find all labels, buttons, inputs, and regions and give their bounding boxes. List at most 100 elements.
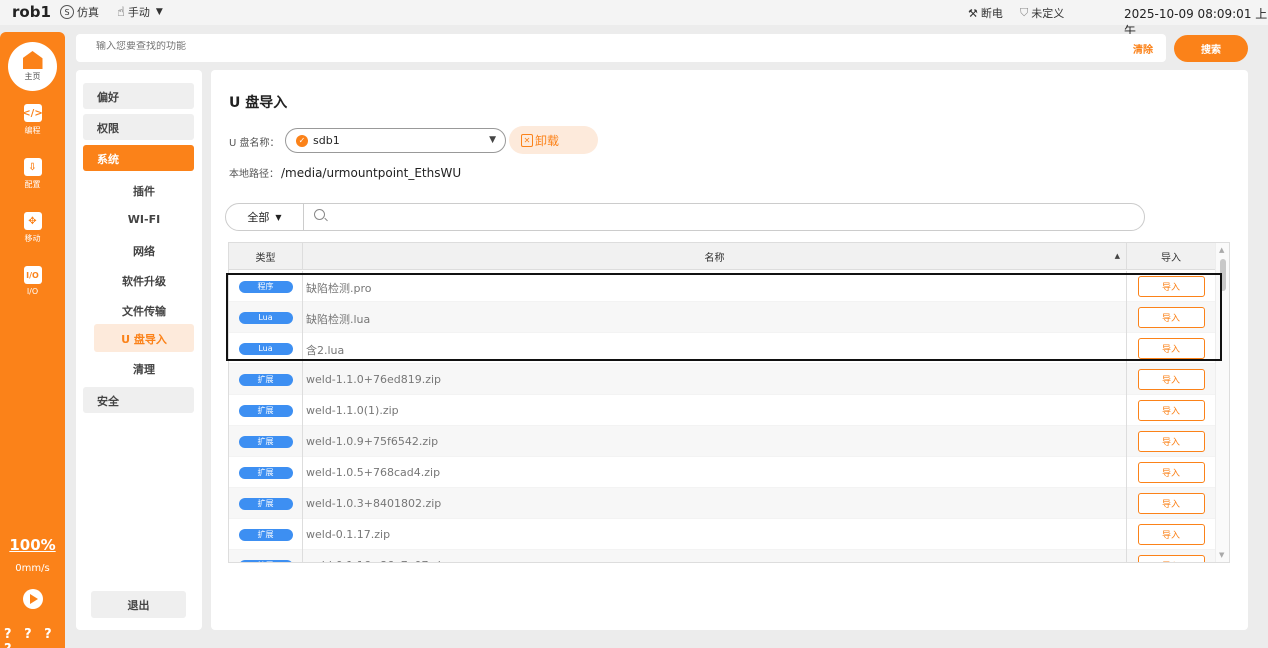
column-header-import: 导入	[1161, 253, 1181, 264]
table-row: 扩展 weld-1.1.0(1).zip 导入	[229, 395, 1215, 426]
speed-percentage[interactable]: 100%	[0, 536, 65, 554]
home-button[interactable]: 主页	[8, 42, 57, 91]
status-indicators: ? ? ? ?	[4, 627, 56, 648]
table-row: 程序 缺陷检测.pro 导入	[229, 271, 1215, 302]
file-type-badge: Lua	[238, 342, 293, 355]
scroll-down-icon[interactable]: ▼	[1219, 551, 1224, 559]
table-header: 类型 名称 ▲ 导入	[229, 243, 1215, 270]
menu-cleanup[interactable]: 清理	[94, 354, 194, 382]
file-type-badge: 扩展	[238, 466, 293, 479]
import-button[interactable]: 导入	[1137, 555, 1205, 562]
robot-name[interactable]: rob1	[12, 3, 51, 21]
code-icon: </>	[22, 104, 43, 122]
file-name: weld-0.1.16+86a7e07.zip	[303, 550, 1127, 562]
function-search-input[interactable]	[96, 41, 996, 52]
menu-file-transfer[interactable]: 文件传输	[94, 296, 194, 324]
manual-mode-dropdown[interactable]: ☝ 手动 ▼	[117, 4, 163, 20]
menu-network[interactable]: 网络	[94, 236, 194, 264]
robot-arm-icon: ⚒	[968, 6, 978, 20]
nav-move[interactable]: ✥ 移动	[0, 212, 65, 244]
column-header-name-label: 名称	[704, 253, 725, 264]
nav-config-label: 配置	[24, 180, 41, 189]
import-button[interactable]: 导入	[1137, 524, 1205, 545]
import-button[interactable]: 导入	[1137, 462, 1205, 483]
import-button[interactable]: 导入	[1137, 307, 1205, 328]
menu-usb-import[interactable]: U 盘导入	[94, 324, 194, 352]
config-icon: ⇩	[23, 158, 42, 176]
table-row: 扩展 weld-1.0.5+768cad4.zip 导入	[229, 457, 1215, 488]
power-status-label: 断电	[980, 7, 1003, 20]
chevron-down-icon: ▼	[489, 135, 496, 145]
file-name: weld-1.1.0(1).zip	[303, 395, 1127, 426]
table-scrollbar[interactable]: ▲ ▼	[1215, 243, 1229, 562]
import-button[interactable]: 导入	[1137, 400, 1205, 421]
file-type-badge: Lua	[238, 311, 293, 324]
check-icon: ✓	[296, 134, 308, 147]
scrollbar-thumb[interactable]	[1220, 259, 1226, 291]
menu-plugins[interactable]: 插件	[94, 176, 194, 204]
file-type-badge: 程序	[238, 280, 293, 293]
power-status[interactable]: ⚒ 断电	[968, 5, 1003, 21]
file-name: weld-1.1.0+76ed819.zip	[303, 364, 1127, 395]
disk-select-value: sdb1	[313, 134, 340, 147]
page-title: U 盘导入	[229, 95, 288, 111]
file-type-dropdown[interactable]: 全部 ▼	[226, 204, 304, 230]
table-row: 扩展 weld-1.0.9+75f6542.zip 导入	[229, 426, 1215, 457]
io-icon: I/O	[23, 266, 42, 284]
shield-icon: ⛉	[1020, 6, 1029, 19]
search-icon[interactable]	[314, 209, 325, 220]
import-button[interactable]: 导入	[1137, 276, 1205, 297]
table-row: 扩展 weld-1.0.3+8401802.zip 导入	[229, 488, 1215, 519]
file-type-badge: 扩展	[238, 404, 293, 417]
scroll-up-icon[interactable]: ▲	[1219, 246, 1224, 254]
play-button[interactable]	[23, 589, 43, 609]
hand-icon: ☝	[117, 4, 125, 20]
nav-program-label: 编程	[24, 126, 41, 135]
file-name: weld-0.1.17.zip	[303, 519, 1127, 550]
clear-button[interactable]: 清除	[1133, 41, 1153, 56]
disk-name-label: U 盘名称：	[229, 138, 280, 149]
nav-config[interactable]: ⇩ 配置	[0, 158, 65, 190]
file-type-badge: 扩展	[238, 528, 293, 541]
play-icon	[30, 594, 38, 604]
table-row: Lua 含2.lua 导入	[229, 333, 1215, 364]
home-icon	[22, 51, 43, 69]
safety-status-label: 未定义	[1031, 7, 1065, 20]
file-type-badge: 扩展	[238, 435, 293, 448]
menu-wifi[interactable]: WI-FI	[94, 206, 194, 234]
nav-io-label: I/O	[26, 287, 39, 296]
menu-permissions[interactable]: 权限	[83, 114, 194, 140]
column-header-name[interactable]: 名称 ▲	[303, 243, 1127, 270]
home-label: 主页	[24, 72, 41, 81]
simulation-icon: S	[60, 5, 74, 19]
import-button[interactable]: 导入	[1137, 493, 1205, 514]
import-button[interactable]: 导入	[1137, 431, 1205, 452]
nav-move-label: 移动	[24, 234, 41, 243]
menu-system[interactable]: 系统	[83, 145, 194, 171]
table-row: Lua 缺陷检测.lua 导入	[229, 302, 1215, 333]
simulation-label: 仿真	[77, 6, 99, 19]
file-name: 缺陷检测.lua	[303, 302, 1127, 333]
menu-security[interactable]: 安全	[83, 387, 194, 413]
unmount-button[interactable]: ✕ 卸载	[509, 126, 598, 154]
disk-select[interactable]: ✓ sdb1 ▼	[285, 128, 506, 153]
nav-io[interactable]: I/O I/O	[0, 266, 65, 296]
menu-preferences[interactable]: 偏好	[83, 83, 194, 109]
chevron-down-icon: ▼	[275, 212, 282, 222]
import-button[interactable]: 导入	[1137, 369, 1205, 390]
local-path-value: /media/urmountpoint_EthsWU	[281, 166, 462, 180]
menu-software-upgrade[interactable]: 软件升级	[94, 266, 194, 294]
nav-program[interactable]: </> 编程	[0, 104, 65, 136]
usb-import-panel: U 盘导入 U 盘名称： ✓ sdb1 ▼ ✕ 卸载 本地路径：/media/u…	[211, 70, 1248, 630]
move-icon: ✥	[23, 212, 42, 230]
import-button[interactable]: 导入	[1137, 338, 1205, 359]
chevron-down-icon: ▼	[155, 7, 163, 17]
simulation-mode-toggle[interactable]: S 仿真	[60, 4, 99, 20]
file-name: weld-1.0.3+8401802.zip	[303, 488, 1127, 519]
safety-status[interactable]: ⛉ 未定义	[1020, 5, 1064, 21]
logout-button[interactable]: 退出	[91, 591, 186, 618]
sort-ascending-icon[interactable]: ▲	[1115, 252, 1120, 260]
search-button[interactable]: 搜索	[1174, 35, 1248, 62]
file-name: 缺陷检测.pro	[303, 271, 1127, 302]
file-type-value: 全部	[247, 211, 270, 224]
